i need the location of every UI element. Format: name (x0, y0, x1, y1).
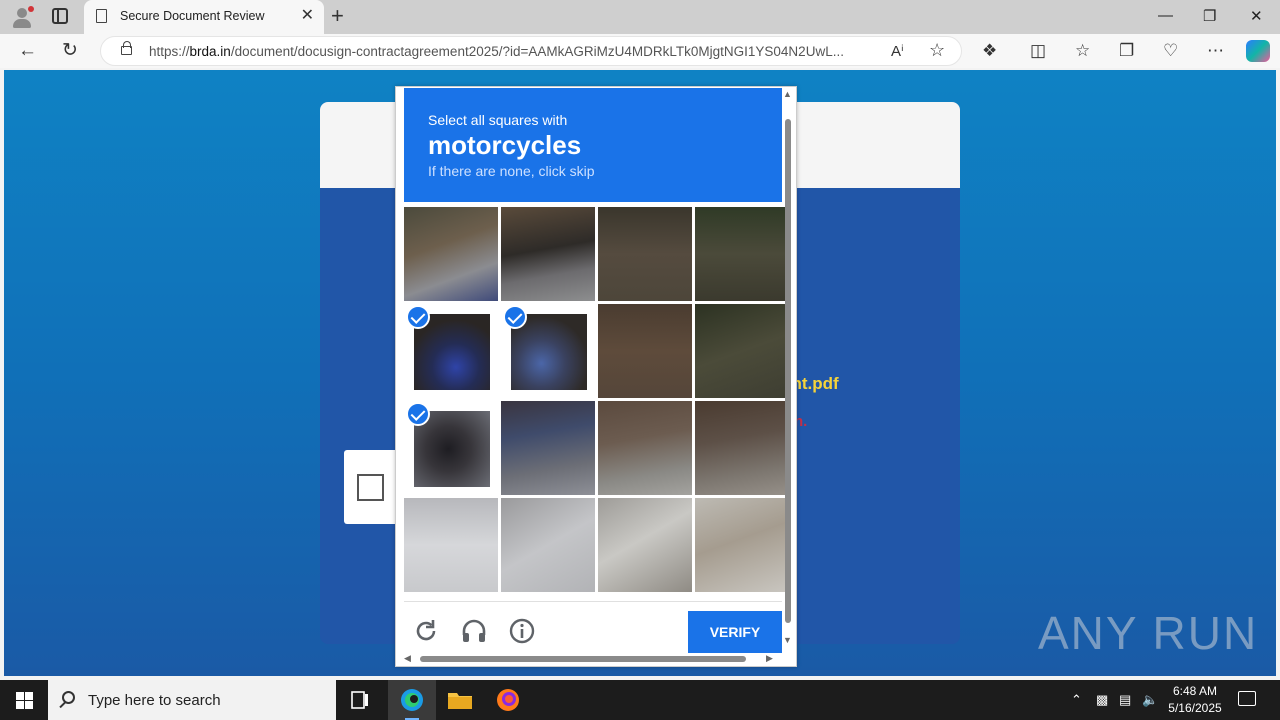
selected-check-icon (406, 402, 430, 426)
tab-close-button[interactable]: ✕ (301, 7, 314, 25)
taskbar-search-box[interactable]: Type here to search (48, 680, 336, 720)
task-view-icon[interactable] (336, 680, 384, 720)
close-window-button[interactable]: ✕ (1250, 7, 1263, 25)
captcha-target: motorcycles (428, 130, 582, 160)
captcha-tile-7[interactable] (598, 304, 692, 398)
search-icon (62, 691, 75, 704)
captcha-tile-6[interactable] (501, 304, 595, 398)
network-icon[interactable]: ▤ (1119, 692, 1131, 708)
taskbar-clock[interactable]: 6:48 AM 5/16/2025 (1160, 683, 1230, 717)
firefox-icon[interactable] (484, 680, 532, 720)
profile-icon[interactable] (10, 5, 34, 29)
split-screen-icon[interactable]: ◫ (1030, 41, 1046, 61)
im-not-a-robot-checkbox[interactable] (357, 474, 384, 501)
selected-check-icon (406, 305, 430, 329)
new-tab-button[interactable]: + (331, 4, 344, 28)
restore-button[interactable]: ❐ (1203, 7, 1216, 25)
captcha-tile-11[interactable] (598, 401, 692, 495)
minimize-button[interactable]: — (1158, 7, 1173, 24)
scroll-right-arrow-icon[interactable]: ▶ (766, 653, 773, 664)
headphones-icon[interactable] (460, 617, 490, 647)
info-icon[interactable] (508, 617, 538, 647)
scrollbar-thumb[interactable] (420, 656, 746, 662)
extensions-icon[interactable]: ❖ (982, 41, 997, 61)
captcha-vertical-scrollbar[interactable]: ▲ ▼ (782, 89, 794, 647)
scroll-up-arrow-icon[interactable]: ▲ (783, 89, 792, 99)
captcha-hint: If there are none, click skip (428, 163, 595, 179)
tray-chevron-icon[interactable]: ⌃ (1071, 692, 1082, 708)
captcha-tile-16[interactable] (695, 498, 789, 592)
verify-button[interactable]: VERIFY (688, 611, 782, 653)
scrollbar-thumb[interactable] (785, 119, 791, 623)
captcha-tile-12[interactable] (695, 401, 789, 495)
selected-check-icon (503, 305, 527, 329)
url-text[interactable]: https://brda.in/document/docusign-contra… (149, 44, 873, 59)
address-bar[interactable]: https://brda.in/document/docusign-contra… (100, 36, 962, 66)
captcha-horizontal-scrollbar[interactable]: ◀ ▶ (400, 653, 780, 665)
captcha-challenge: Select all squares with motorcycles If t… (395, 86, 797, 667)
captcha-tile-3[interactable] (598, 207, 692, 301)
captcha-tile-1[interactable] (404, 207, 498, 301)
favorite-star-icon[interactable]: ☆ (929, 40, 945, 61)
back-arrow-icon[interactable]: ← (18, 39, 37, 63)
clock-date: 5/16/2025 (1168, 701, 1222, 715)
lock-icon[interactable] (121, 41, 132, 55)
tab-title: Secure Document Review (120, 9, 265, 23)
device-icon[interactable]: ▩ (1096, 692, 1108, 708)
more-menu-icon[interactable]: ⋯ (1207, 41, 1224, 61)
browser-essentials-icon[interactable]: ♡ (1163, 41, 1178, 61)
captcha-instruction: Select all squares with (428, 112, 568, 128)
captcha-tile-10[interactable] (501, 401, 595, 495)
collections-icon[interactable]: ❐ (1119, 41, 1134, 61)
search-placeholder: Type here to search (88, 692, 221, 709)
tab-actions-icon[interactable] (52, 8, 68, 24)
captcha-image-grid (404, 207, 789, 593)
captcha-tile-4[interactable] (695, 207, 789, 301)
captcha-footer-divider (404, 601, 782, 602)
browser-titlebar: Secure Document Review ✕ + — ❐ ✕ (0, 0, 1280, 34)
scroll-down-arrow-icon[interactable]: ▼ (783, 635, 792, 645)
copilot-icon[interactable] (1246, 40, 1270, 62)
scroll-left-arrow-icon[interactable]: ◀ (404, 653, 411, 664)
document-icon (96, 9, 107, 23)
anyrun-watermark: ANY RUN (1038, 607, 1259, 659)
windows-start-icon[interactable] (16, 692, 33, 709)
tab-secure-document-review[interactable]: Secure Document Review ✕ (84, 0, 324, 34)
read-aloud-icon[interactable]: Aⁱ (891, 42, 904, 60)
edge-taskbar-icon[interactable] (388, 680, 436, 720)
captcha-tile-15[interactable] (598, 498, 692, 592)
clock-time: 6:48 AM (1172, 684, 1218, 698)
windows-taskbar: Type here to search ⌃ ▩ ▤ 🔈 6:48 AM 5/16… (0, 680, 1280, 720)
captcha-tile-2[interactable] (501, 207, 595, 301)
refresh-icon[interactable]: ↻ (62, 39, 78, 63)
captcha-tile-9[interactable] (404, 401, 498, 495)
captcha-tile-14[interactable] (501, 498, 595, 592)
captcha-tile-8[interactable] (695, 304, 789, 398)
reload-icon[interactable] (412, 617, 442, 647)
captcha-tile-5[interactable] (404, 304, 498, 398)
favorites-icon[interactable]: ☆ (1075, 41, 1090, 61)
notification-icon[interactable] (1238, 691, 1256, 706)
file-explorer-icon[interactable] (436, 680, 484, 720)
volume-icon[interactable]: 🔈 (1142, 692, 1158, 708)
captcha-header: Select all squares with motorcycles If t… (404, 88, 782, 202)
captcha-tile-13[interactable] (404, 498, 498, 592)
